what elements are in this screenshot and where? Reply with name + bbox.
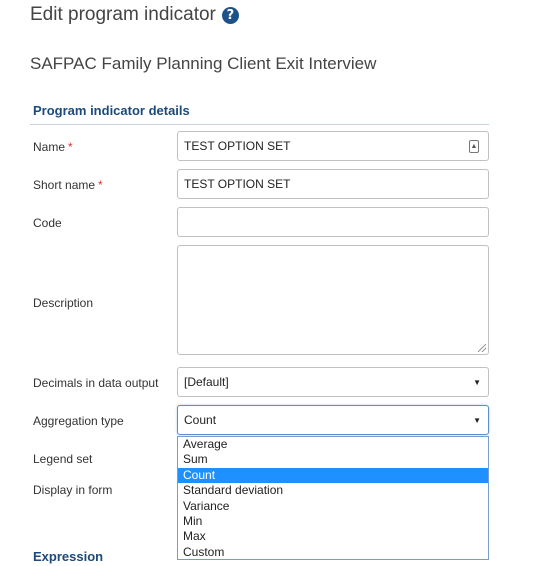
description-label: Description [33, 296, 94, 310]
short-name-input[interactable]: TEST OPTION SET [177, 169, 489, 199]
section-header-details: Program indicator details [30, 100, 489, 125]
dropdown-option-custom[interactable]: Custom [178, 545, 488, 560]
display-in-form-label: Display in form [33, 483, 113, 497]
dropdown-option-variance[interactable]: Variance [178, 499, 488, 514]
decimals-select[interactable]: [Default] ▼ [177, 367, 489, 397]
page-title: Edit program indicator ? [30, 4, 239, 26]
name-label-text: Name [33, 140, 66, 154]
section-header-expression: Expression [33, 549, 104, 564]
caret-down-icon: ▼ [473, 378, 481, 387]
decimals-label: Decimals in data output [33, 376, 159, 390]
dropdown-option-average[interactable]: Average [178, 437, 488, 452]
dropdown-option-max[interactable]: Max [178, 529, 488, 544]
page-title-text: Edit program indicator [30, 4, 216, 25]
short-name-label-text: Short name [33, 178, 96, 192]
dropdown-option-standard-deviation[interactable]: Standard deviation [178, 483, 488, 498]
resize-grip-icon[interactable] [478, 344, 486, 352]
dropdown-option-min[interactable]: Min [178, 514, 488, 529]
decimals-select-value: [Default] [184, 375, 229, 389]
code-label: Code [33, 216, 62, 230]
aggregation-type-dropdown: Average Sum Count Standard deviation Var… [177, 436, 489, 560]
caret-down-icon: ▼ [473, 416, 481, 425]
name-input[interactable]: TEST OPTION SET ▲ [177, 131, 489, 161]
required-marker: * [98, 178, 103, 192]
translate-icon[interactable]: ▲ [469, 140, 479, 153]
name-label: Name * [33, 140, 73, 154]
aggregation-type-select[interactable]: Count ▼ [177, 405, 489, 435]
code-input[interactable] [177, 207, 489, 237]
dropdown-option-count[interactable]: Count [178, 467, 488, 484]
question-circle-icon[interactable]: ? [221, 6, 239, 24]
name-input-value: TEST OPTION SET [184, 139, 291, 153]
dropdown-option-sum[interactable]: Sum [178, 452, 488, 467]
short-name-input-value: TEST OPTION SET [184, 177, 291, 191]
aggregation-type-label: Aggregation type [33, 414, 124, 428]
short-name-label: Short name * [33, 178, 103, 192]
required-marker: * [68, 140, 73, 154]
program-name: SAFPAC Family Planning Client Exit Inter… [30, 54, 377, 73]
legend-set-label: Legend set [33, 452, 93, 466]
aggregation-type-select-value: Count [184, 413, 217, 427]
description-textarea[interactable] [177, 245, 489, 355]
